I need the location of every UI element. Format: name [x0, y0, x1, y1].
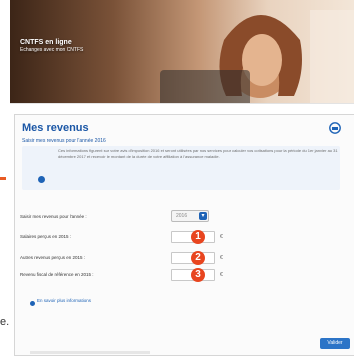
- tax-income-label: Revenu fiscal de référence en 2015 :: [20, 272, 94, 277]
- step-badge-1: 1: [191, 230, 205, 244]
- tax-income-currency: €: [220, 272, 223, 278]
- page-subtitle: Saisir mes revenus pour l'année 2016: [22, 138, 106, 144]
- edge-text: e.: [0, 316, 10, 328]
- header-banner: CNTFS en ligne Echanges avec mon CNTFS: [10, 0, 354, 104]
- salary-label: Salaires perçus en 2015 :: [20, 234, 72, 239]
- info-text: Ces informations figurent sur votre avis…: [58, 148, 338, 159]
- banner-title: CNTFS en ligne: [20, 39, 72, 46]
- step-badge-3: 3: [191, 268, 205, 282]
- print-icon[interactable]: [328, 122, 342, 134]
- info-link-icon[interactable]: [30, 301, 35, 306]
- page-title: Mes revenus: [22, 122, 89, 134]
- footer-bar: [30, 351, 150, 354]
- year-label: Saisir mes revenus pour l'année :: [20, 214, 87, 219]
- banner-subtitle: Echanges avec mon CNTFS: [20, 47, 84, 53]
- more-info-link[interactable]: En savoir plus informations: [37, 298, 91, 303]
- step-badge-2: 2: [191, 251, 205, 265]
- year-select-value: 2016: [176, 213, 188, 219]
- salary-currency: €: [220, 234, 223, 240]
- edge-accent-mark: [0, 177, 6, 180]
- other-income-label: Autres revenus perçus en 2015 :: [20, 255, 86, 260]
- banner-caption: CNTFS en ligne Echanges avec mon CNTFS: [20, 38, 140, 54]
- year-select[interactable]: 2016 ▾: [171, 210, 209, 222]
- other-income-currency: €: [220, 255, 223, 261]
- chevron-down-icon[interactable]: ▾: [199, 212, 207, 220]
- validate-button[interactable]: Valider: [320, 338, 350, 349]
- info-bullet-icon: [38, 176, 45, 183]
